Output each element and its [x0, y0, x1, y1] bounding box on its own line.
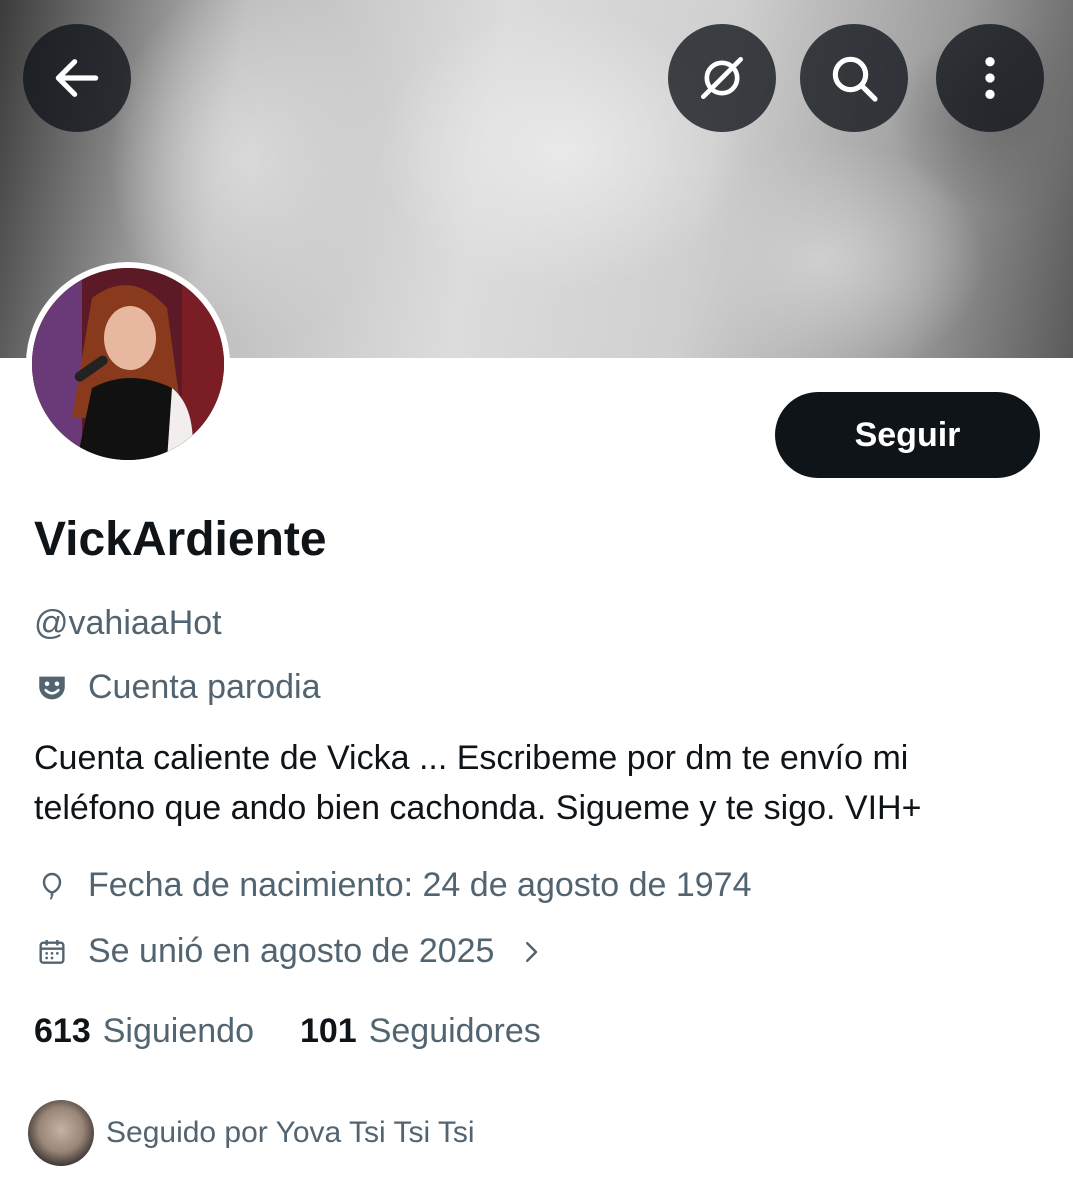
- grok-button[interactable]: [668, 24, 776, 132]
- birthdate-text: Fecha de nacimiento: 24 de agosto de 197…: [88, 866, 752, 904]
- parody-label: Cuenta parodia: [34, 668, 321, 707]
- follow-stats: 613 Siguiendo 101 Seguidores: [34, 1012, 541, 1051]
- arrow-left-icon: [55, 59, 99, 97]
- search-button[interactable]: [800, 24, 908, 132]
- follow-button[interactable]: Seguir: [775, 392, 1040, 478]
- profile-bio: Cuenta caliente de Vicka ... Escribeme p…: [34, 733, 1044, 833]
- more-vertical-icon: [985, 57, 995, 99]
- joined-row[interactable]: Se unió en agosto de 2025: [34, 932, 546, 971]
- user-handle: @vahiaaHot: [34, 604, 222, 642]
- balloon-icon: [34, 868, 70, 904]
- follower-avatar: [28, 1100, 94, 1166]
- followers-label: Seguidores: [368, 1012, 541, 1050]
- bio-line: teléfono que ando bien cachonda. Sigueme…: [34, 789, 922, 827]
- profile-avatar[interactable]: [26, 262, 230, 466]
- parody-mask-icon: [34, 670, 70, 706]
- search-icon: [832, 56, 878, 102]
- chevron-right-icon: [516, 937, 546, 967]
- back-button[interactable]: [23, 24, 131, 132]
- display-name: VickArdiente: [34, 513, 327, 566]
- following-link[interactable]: 613 Siguiendo: [34, 1012, 254, 1051]
- following-count: 613: [34, 1012, 91, 1050]
- joined-text: Se unió en agosto de 2025: [88, 932, 495, 970]
- grok-icon: [701, 57, 743, 99]
- calendar-icon: [34, 934, 70, 970]
- parody-label-text: Cuenta parodia: [88, 668, 321, 706]
- followed-by-text: Seguido por Yova Tsi Tsi Tsi: [106, 1116, 475, 1149]
- following-label: Siguiendo: [102, 1012, 254, 1050]
- followed-by[interactable]: Seguido por Yova Tsi Tsi Tsi: [28, 1100, 475, 1166]
- followers-link[interactable]: 101 Seguidores: [300, 1012, 541, 1051]
- more-options-button[interactable]: [936, 24, 1044, 132]
- avatar-image: [32, 268, 224, 460]
- birthdate-row: Fecha de nacimiento: 24 de agosto de 197…: [34, 866, 751, 905]
- bio-line: Cuenta caliente de Vicka ... Escribeme p…: [34, 739, 909, 777]
- followers-count: 101: [299, 1012, 357, 1050]
